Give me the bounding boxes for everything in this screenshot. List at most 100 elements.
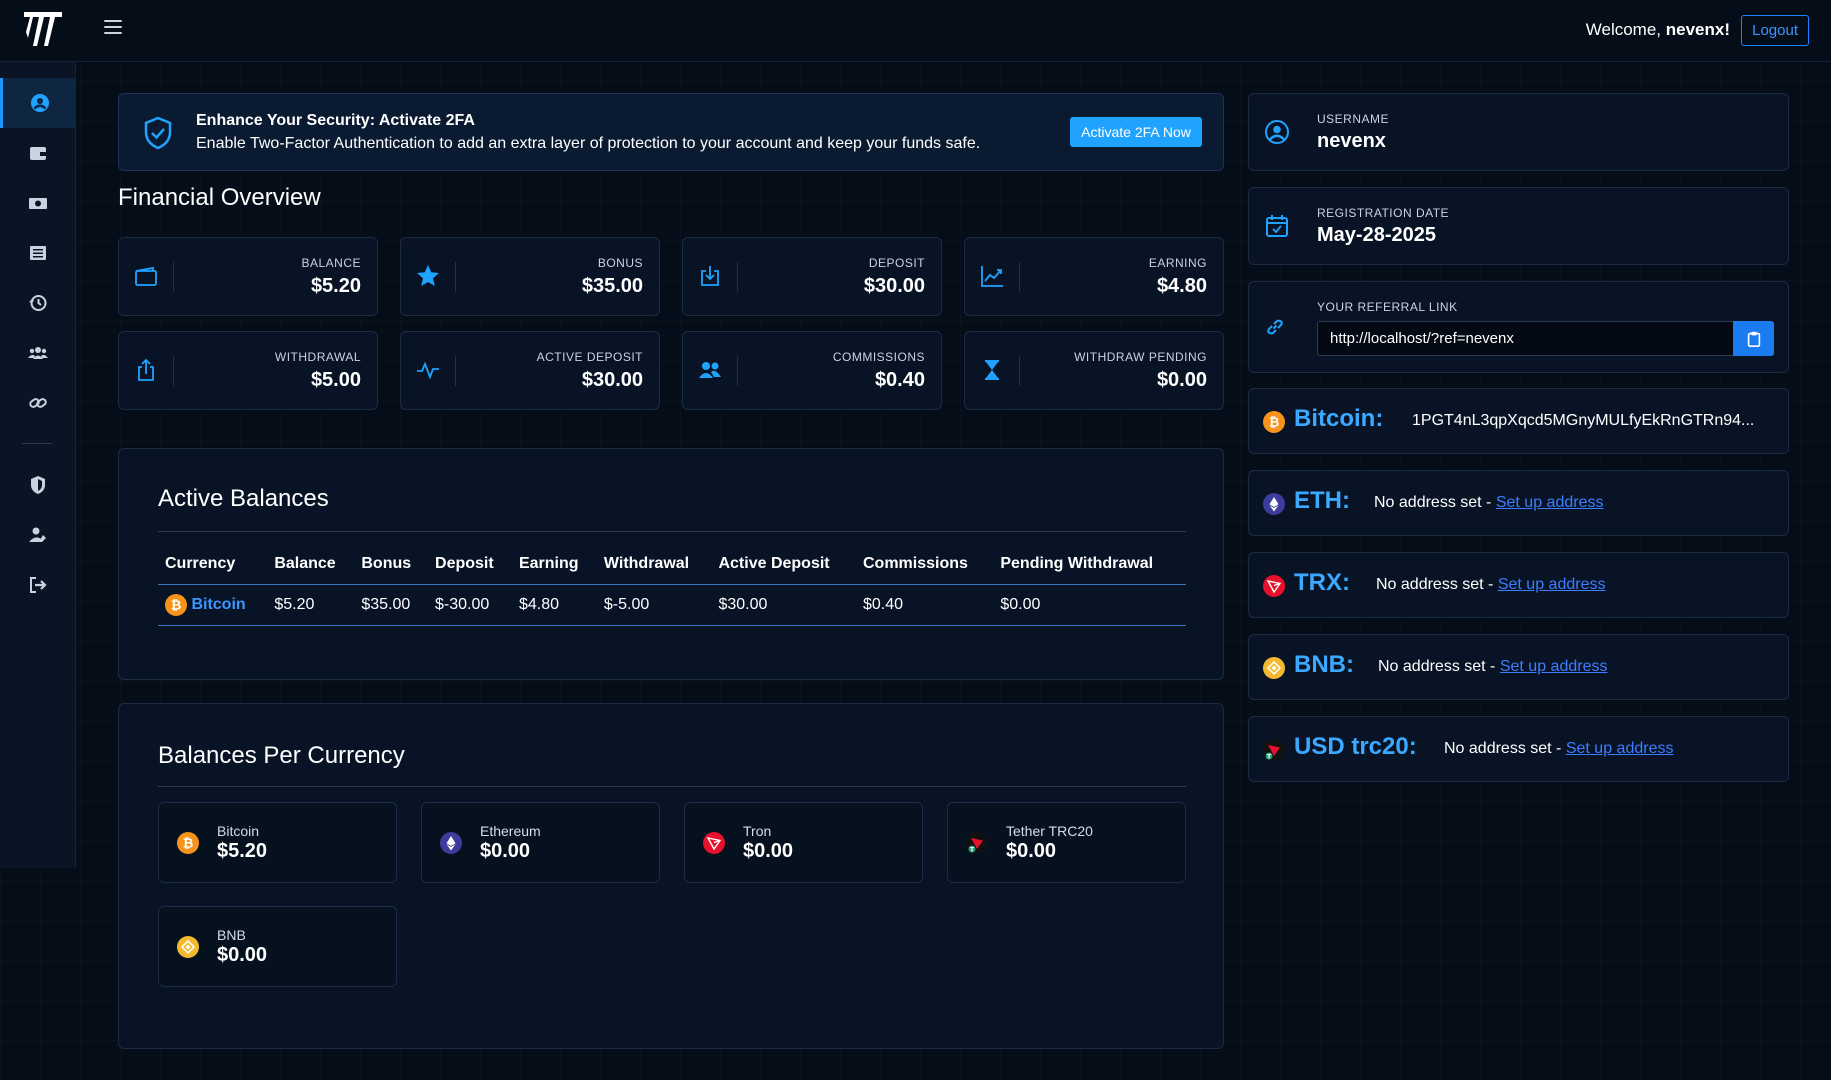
wallet-name: USD trc20: [1294,733,1417,760]
sidebar-item-history[interactable] [0,278,76,328]
wallet-card-bitcoin: ₿ Bitcoin: 1PGT4nL3qpXqcd5MGnyMULfyEkRnG… [1248,388,1789,454]
banner-text: Enable Two-Factor Authentication to add … [196,135,981,152]
setup-address-link[interactable]: Set up address [1498,576,1606,593]
username-card: USERNAME nevenx [1248,93,1789,171]
sidebar-item-wallet[interactable] [0,128,76,178]
logout-button[interactable]: Logout [1741,15,1809,46]
wallet-name: ETH: [1294,487,1350,514]
sidebar-item-profile[interactable] [0,510,76,560]
currency-name: Ethereum [480,823,541,839]
no-address-text: No address set - [1374,494,1492,511]
stat-bonus: BONUS $35.00 [400,237,660,316]
sidebar-item-security[interactable] [0,460,76,510]
stat-label: WITHDRAWAL [274,350,361,364]
cell-balance: $5.20 [267,584,355,626]
stat-divider [455,262,456,292]
stat-label: ACTIVE DEPOSIT [536,350,643,364]
top-bar: Welcome, nevenx! Logout [0,0,1831,62]
link-icon [29,398,47,408]
stat-divider [737,262,738,292]
stat-value: $30.00 [863,275,925,297]
user-circle-icon [1265,120,1289,144]
link-icon [1267,319,1283,335]
currency-name: Bitcoin [217,823,260,839]
sidebar-item-account[interactable] [0,78,76,128]
bitcoin-icon: ₿ [177,832,199,854]
stat-active-deposit: ACTIVE DEPOSIT $30.00 [400,331,660,410]
active-balances-title: Active Balances [158,485,329,512]
copy-referral-button[interactable] [1733,321,1774,356]
regdate-label: REGISTRATION DATE [1317,206,1450,220]
col-currency: Currency [158,544,268,585]
setup-address-link[interactable]: Set up address [1500,658,1608,675]
welcome-prefix: Welcome, [1585,20,1662,39]
sidebar-item-deposit[interactable] [0,178,76,228]
sidebar-item-logout[interactable] [0,560,76,610]
currency-card-bnb: BNB $0.00 [158,906,397,987]
username-value: nevenx [1317,130,1386,152]
stat-divider [173,356,174,386]
wallet-card-usd-trc20: T USD trc20: No address set - Set up add… [1248,716,1789,782]
stat-divider [1019,356,1020,386]
currency-value: $5.20 [217,840,268,862]
setup-address-link[interactable]: Set up address [1496,494,1604,511]
history-icon [29,295,47,311]
currency-card-tether-trc20: T Tether TRC20 $0.00 [947,802,1186,883]
wallet-card-trx: TRX: No address set - Set up address [1248,552,1789,618]
table-header-row: Currency Balance Bonus Deposit Earning W… [158,544,1186,585]
wallet-address: No address set - Set up address [1444,740,1673,758]
banner-title: Enhance Your Security: Activate 2FA [196,112,475,129]
upload-icon [138,358,154,381]
active-balances-table: Currency Balance Bonus Deposit Earning W… [158,544,1186,626]
setup-address-link[interactable]: Set up address [1566,740,1674,757]
stat-value: $5.00 [310,369,361,391]
currency-name: Tron [743,823,772,839]
shield-icon [31,476,45,494]
stat-label: WITHDRAW PENDING [1074,350,1207,364]
stat-value: $4.80 [1156,275,1207,297]
sidebar-item-referrals[interactable] [0,328,76,378]
menu-toggle-icon[interactable] [104,20,122,38]
col-commissions: Commissions [856,544,994,585]
referral-link-input[interactable] [1317,321,1733,356]
bitcoin-icon: ₿ [1263,411,1285,433]
table-row: ₿ Bitcoin $5.20 $35.00 $-30.00 $4.80 $-5… [158,584,1186,626]
sidebar-item-links[interactable] [0,378,76,428]
referral-label: YOUR REFERRAL LINK [1317,300,1458,314]
list-icon [30,246,46,260]
logo-icon[interactable] [22,8,64,50]
section-divider [158,786,1186,787]
wallet-address: No address set - Set up address [1378,658,1607,676]
stat-label: BONUS [597,256,643,270]
star-icon [417,265,439,286]
wallet-card-eth: ETH: No address set - Set up address [1248,470,1789,536]
stat-commissions: COMMISSIONS $0.40 [682,331,942,410]
stat-withdraw-pending: WITHDRAW PENDING $0.00 [964,331,1224,410]
balances-per-currency-panel: Balances Per Currency ₿ Bitcoin $5.20 Et… [118,703,1224,1049]
stat-label: COMMISSIONS [832,350,925,364]
cell-pending: $0.00 [993,584,1186,626]
bnb-icon [1263,657,1285,679]
stat-divider [173,262,174,292]
col-deposit: Deposit [428,544,512,585]
svg-text:₿: ₿ [183,837,194,852]
currency-card-bitcoin: ₿ Bitcoin $5.20 [158,802,397,883]
welcome-text: Welcome, nevenx! [1586,20,1730,40]
sidebar [0,62,76,868]
ethereum-icon [1263,493,1285,515]
stat-earning: EARNING $4.80 [964,237,1224,316]
user-circle-icon [30,94,49,112]
wallet-name: BNB: [1294,651,1354,678]
activate-2fa-button[interactable]: Activate 2FA Now [1070,117,1202,147]
col-active-deposit: Active Deposit [711,544,856,585]
currency-link-bitcoin[interactable]: Bitcoin [191,596,245,613]
currency-name: BNB [217,927,246,943]
clipboard-icon [1747,331,1760,347]
pulse-icon [417,361,439,380]
cell-earning: $4.80 [511,584,597,626]
sidebar-item-transactions[interactable] [0,228,76,278]
no-address-text: No address set - [1378,658,1496,675]
wallet-address: No address set - Set up address [1376,576,1605,594]
download-icon [701,266,719,286]
cell-withdrawal: $-5.00 [596,584,712,626]
